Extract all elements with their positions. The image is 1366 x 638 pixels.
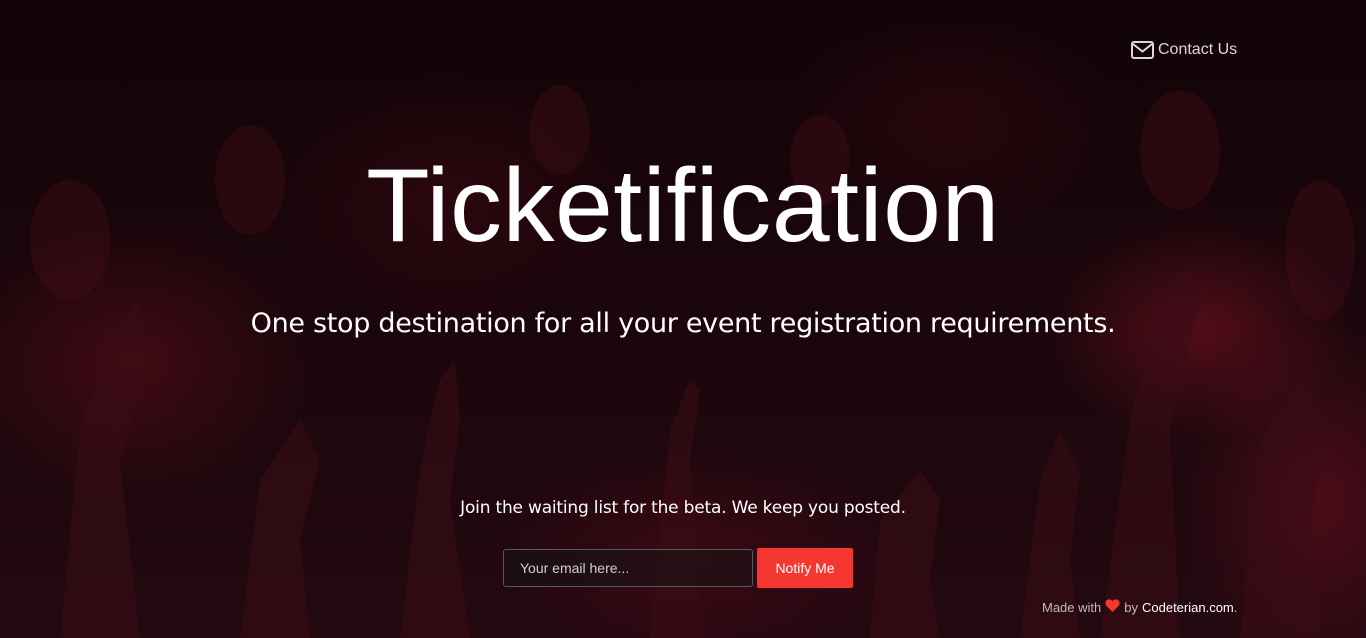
page-subtitle: One stop destination for all your event … <box>250 308 1116 339</box>
by-text: by <box>1124 599 1138 615</box>
envelope-icon <box>1131 41 1154 59</box>
email-field[interactable] <box>503 549 753 587</box>
signup-form: Notify Me <box>503 548 853 588</box>
footer-period: . <box>1233 599 1238 615</box>
footer-credit: Made with by Codeterian.com. <box>1042 599 1237 615</box>
contact-us-link[interactable]: Contact Us <box>1131 41 1237 59</box>
made-with-text: Made with <box>1042 599 1102 615</box>
contact-us-label: Contact Us <box>1158 41 1238 58</box>
waitlist-prompt: Join the waiting list for the beta. We k… <box>460 498 906 518</box>
codeterian-link[interactable]: Codeterian.com <box>1142 600 1234 615</box>
notify-me-button[interactable]: Notify Me <box>757 548 853 588</box>
heart-icon <box>1105 599 1120 615</box>
page-title: Ticketification <box>366 148 1000 264</box>
